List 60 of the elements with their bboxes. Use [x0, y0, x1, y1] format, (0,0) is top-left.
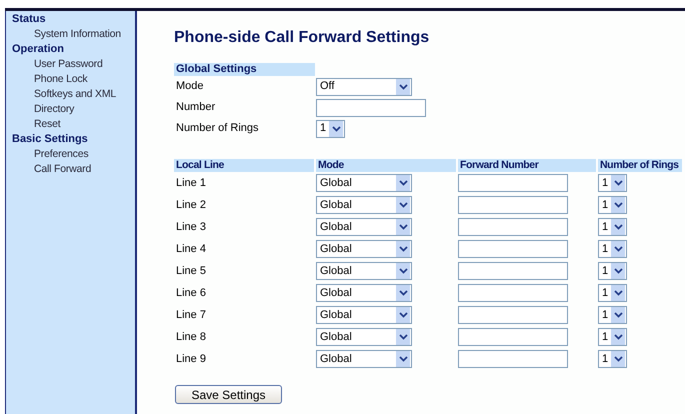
- line-label: Line 4: [175, 242, 207, 257]
- dropdown[interactable]: Global: [316, 284, 412, 302]
- page-title: Phone-side Call Forward Settings: [174, 28, 430, 48]
- sidebar-item[interactable]: Preferences: [12, 147, 135, 162]
- line-label: Line 5: [175, 264, 207, 279]
- dropdown[interactable]: Off: [316, 78, 412, 96]
- line-label: Line 6: [175, 286, 207, 301]
- dropdown[interactable]: 1: [598, 284, 627, 302]
- column-header: Number of Rings: [598, 159, 682, 172]
- line-label: Line 8: [175, 330, 207, 345]
- sidebar-item[interactable]: Softkeys and XML: [12, 87, 135, 102]
- dropdown[interactable]: Global: [316, 262, 412, 280]
- dropdown[interactable]: Global: [316, 218, 412, 236]
- field-label: Mode: [175, 79, 205, 94]
- field-label: Number of Rings: [175, 121, 260, 136]
- dropdown[interactable]: 1: [316, 120, 345, 138]
- line-label: Line 2: [175, 198, 207, 213]
- dropdown[interactable]: Global: [316, 306, 412, 324]
- sidebar-item[interactable]: Directory: [12, 102, 135, 117]
- dropdown[interactable]: 1: [598, 306, 627, 324]
- column-header: Mode: [316, 159, 456, 172]
- dropdown[interactable]: 1: [598, 174, 627, 192]
- section-heading: Global Settings: [174, 63, 315, 76]
- sidebar-item[interactable]: Phone Lock: [12, 72, 135, 87]
- line-label: Line 1: [175, 176, 207, 191]
- sidebar-heading: Status: [12, 12, 47, 27]
- column-header: Forward Number: [458, 159, 596, 172]
- line-label: Line 7: [175, 308, 207, 323]
- sidebar-item[interactable]: User Password: [12, 57, 135, 72]
- dropdown[interactable]: Global: [316, 240, 412, 258]
- sidebar-item[interactable]: Call Forward: [12, 162, 135, 177]
- input-field[interactable]: [316, 98, 426, 116]
- input-field[interactable]: [458, 174, 568, 192]
- dropdown[interactable]: Global: [316, 196, 412, 214]
- input-field[interactable]: [458, 196, 568, 214]
- dropdown[interactable]: Global: [316, 350, 412, 368]
- input-field[interactable]: [458, 284, 568, 302]
- sidebar-item[interactable]: Reset: [12, 117, 135, 132]
- dropdown[interactable]: Global: [316, 174, 412, 192]
- line-label: Line 9: [175, 352, 207, 367]
- input-field[interactable]: [458, 240, 568, 258]
- column-header: Local Line: [174, 159, 314, 172]
- dropdown[interactable]: 1: [598, 328, 627, 346]
- field-label: Number: [175, 100, 216, 116]
- dropdown[interactable]: 1: [598, 240, 627, 258]
- dropdown[interactable]: 1: [598, 350, 627, 368]
- sidebar-heading: Basic Settings: [12, 132, 89, 147]
- input-field[interactable]: [458, 328, 568, 346]
- line-label: Line 3: [175, 220, 207, 235]
- dropdown[interactable]: 1: [598, 196, 627, 214]
- dropdown[interactable]: 1: [598, 262, 627, 280]
- input-field[interactable]: [458, 218, 568, 236]
- input-field[interactable]: [458, 306, 568, 324]
- sidebar-heading: Operation: [12, 42, 65, 57]
- input-field[interactable]: [458, 262, 568, 280]
- dropdown[interactable]: Global: [316, 328, 412, 346]
- save-settings-button[interactable]: Save Settings: [175, 385, 282, 404]
- input-field[interactable]: [458, 350, 568, 368]
- sidebar-item[interactable]: System Information: [12, 27, 135, 42]
- dropdown[interactable]: 1: [598, 218, 627, 236]
